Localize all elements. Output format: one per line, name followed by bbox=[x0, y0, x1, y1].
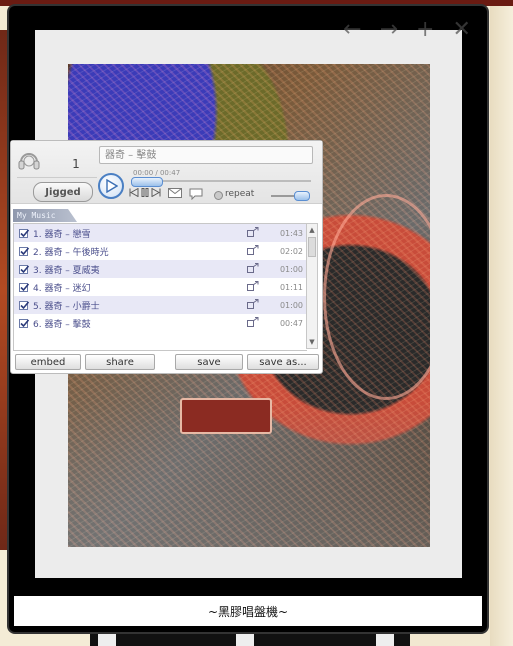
external-link-icon[interactable] bbox=[247, 262, 275, 276]
track-title: 5. 器奇 – 小爵士 bbox=[33, 301, 100, 312]
now-playing-field: 器奇 – 擊鼓 bbox=[99, 146, 313, 164]
track-title: 6. 器奇 – 擊鼓 bbox=[33, 319, 91, 330]
player-header: 1 Jigged 器奇 – 擊鼓 00:00 / 00:47 repeat bbox=[11, 141, 322, 204]
time-readout: 00:00 / 00:47 bbox=[133, 169, 181, 177]
track-checkbox[interactable] bbox=[19, 264, 30, 274]
play-count: 1 bbox=[72, 157, 80, 171]
playlist-track-row[interactable]: 5. 器奇 – 小爵士 01:00 bbox=[14, 296, 307, 314]
external-link-icon[interactable] bbox=[247, 316, 275, 330]
playlist-tab[interactable]: My Music bbox=[13, 209, 77, 222]
track-checkbox[interactable] bbox=[19, 282, 30, 292]
photo-label-plate bbox=[180, 398, 272, 434]
track-duration: 00:47 bbox=[279, 318, 303, 328]
gallery-thumbnail-strip bbox=[90, 630, 410, 646]
playlist-scrollbar[interactable]: ▲ ▼ bbox=[306, 223, 318, 349]
track-checkbox[interactable] bbox=[19, 318, 30, 328]
comment-icon[interactable] bbox=[189, 188, 203, 200]
profile-divider bbox=[17, 177, 97, 178]
track-checkbox[interactable] bbox=[19, 300, 30, 310]
external-link-icon[interactable] bbox=[247, 226, 275, 240]
save-button[interactable]: save bbox=[175, 354, 243, 370]
track-duration: 02:02 bbox=[279, 246, 303, 256]
share-button[interactable]: share bbox=[85, 354, 155, 370]
track-duration: 01:00 bbox=[279, 300, 303, 310]
scroll-thumb[interactable] bbox=[308, 237, 316, 257]
track-checkbox[interactable] bbox=[19, 228, 30, 238]
track-duration: 01:00 bbox=[279, 264, 303, 274]
track-duration: 01:11 bbox=[279, 282, 303, 292]
embed-button[interactable]: embed bbox=[15, 354, 81, 370]
next-arrow-icon[interactable]: → bbox=[380, 17, 398, 42]
previous-track-icon[interactable] bbox=[129, 187, 139, 200]
track-title: 2. 器奇 – 午後時光 bbox=[33, 247, 109, 258]
external-link-icon[interactable] bbox=[247, 244, 275, 258]
thumbnail[interactable] bbox=[98, 632, 116, 646]
progress-thumb[interactable] bbox=[131, 177, 163, 187]
user-profile-button[interactable]: Jigged bbox=[33, 182, 93, 202]
play-icon bbox=[106, 179, 118, 193]
playlist-track-row[interactable]: 3. 器奇 – 夏威夷 01:00 bbox=[14, 260, 307, 278]
music-player: 1 Jigged 器奇 – 擊鼓 00:00 / 00:47 repeat My… bbox=[10, 140, 323, 374]
transport-controls bbox=[129, 187, 161, 200]
player-action-bar: embed share save save as... bbox=[15, 354, 319, 370]
external-link-icon[interactable] bbox=[247, 298, 275, 312]
thumbnail[interactable] bbox=[236, 632, 254, 646]
lightbox-controls: ← → + ✕ bbox=[327, 14, 487, 44]
image-caption: ~黑膠唱盤機~ bbox=[14, 596, 482, 626]
external-link-icon[interactable] bbox=[247, 280, 275, 294]
scroll-up-icon[interactable]: ▲ bbox=[307, 225, 317, 235]
zoom-icon[interactable]: + bbox=[416, 17, 434, 42]
track-duration: 01:43 bbox=[279, 228, 303, 238]
pause-icon[interactable] bbox=[141, 188, 149, 200]
track-checkbox[interactable] bbox=[19, 246, 30, 256]
page-right-rail bbox=[490, 6, 513, 646]
play-button[interactable] bbox=[98, 173, 124, 199]
playlist-track-row[interactable]: 1. 器奇 – 戀雪 01:43 bbox=[14, 224, 307, 242]
track-title: 1. 器奇 – 戀雪 bbox=[33, 229, 91, 240]
headphones-icon bbox=[18, 153, 40, 170]
email-icon[interactable] bbox=[168, 188, 182, 198]
track-title: 4. 器奇 – 迷幻 bbox=[33, 283, 91, 294]
scroll-down-icon[interactable]: ▼ bbox=[307, 337, 317, 347]
next-track-icon[interactable] bbox=[151, 187, 161, 200]
track-title: 3. 器奇 – 夏威夷 bbox=[33, 265, 100, 276]
close-icon[interactable]: ✕ bbox=[452, 17, 470, 42]
playlist: 1. 器奇 – 戀雪 01:43 2. 器奇 – 午後時光 02:02 3. 器奇 – … bbox=[13, 223, 307, 351]
volume-thumb[interactable] bbox=[294, 191, 310, 201]
playlist-track-row[interactable]: 2. 器奇 – 午後時光 02:02 bbox=[14, 242, 307, 260]
save-as-button[interactable]: save as... bbox=[247, 354, 319, 370]
repeat-icon[interactable] bbox=[214, 191, 223, 200]
thumbnail[interactable] bbox=[376, 632, 394, 646]
playlist-track-row[interactable]: 6. 器奇 – 擊鼓 00:47 bbox=[14, 314, 307, 332]
prev-arrow-icon[interactable]: ← bbox=[343, 17, 361, 42]
caption-text: ~黑膠唱盤機~ bbox=[207, 604, 289, 619]
repeat-toggle-label[interactable]: repeat bbox=[225, 189, 254, 199]
playlist-track-row[interactable]: 4. 器奇 – 迷幻 01:11 bbox=[14, 278, 307, 296]
